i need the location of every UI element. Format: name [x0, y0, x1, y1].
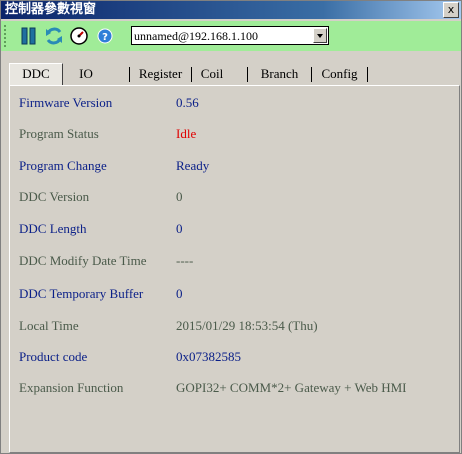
param-value: 0x07382585: [176, 349, 241, 364]
toolbar-grip-icon[interactable]: [4, 25, 9, 47]
param-label: DDC Version: [19, 189, 90, 204]
param-label: Program Change: [19, 158, 107, 173]
tab-branch[interactable]: Branch: [250, 64, 309, 84]
param-label: Firmware Version: [19, 95, 113, 110]
svg-text:?: ?: [102, 32, 108, 43]
param-label: Product code: [19, 349, 88, 364]
tab-register[interactable]: Register: [132, 64, 189, 84]
controller-parameter-window: 控制器參數視窗 x ? unnamed@192.168.1.100 DDC IO…: [0, 0, 462, 454]
gauge-icon[interactable]: [69, 26, 89, 46]
toolbar: ? unnamed@192.168.1.100: [1, 21, 461, 51]
tab-ddc[interactable]: DDC: [9, 63, 63, 86]
tab-divider: [311, 67, 312, 82]
tab-strip: DDC IO Register Coil Branch Config: [9, 63, 461, 86]
title-bar[interactable]: 控制器參數視窗 x: [1, 1, 461, 19]
window-title: 控制器參數視窗: [5, 2, 97, 17]
param-value: 0.56: [176, 95, 199, 110]
param-label: Expansion Function: [19, 380, 124, 395]
help-icon[interactable]: ?: [95, 26, 115, 46]
tab-divider: [191, 67, 192, 82]
close-button[interactable]: x: [443, 2, 459, 18]
param-label: Local Time: [19, 318, 79, 333]
tab-divider: [129, 67, 130, 82]
connection-select-value: unnamed@192.168.1.100: [134, 29, 259, 43]
param-value: 0: [176, 189, 183, 204]
param-label: DDC Modify Date Time: [19, 253, 147, 268]
param-value: Ready: [176, 158, 210, 173]
tab-config[interactable]: Config: [314, 64, 365, 84]
tab-coil[interactable]: Coil: [194, 64, 230, 84]
tab-divider: [247, 67, 248, 82]
param-value: GOPI32+ COMM*2+ Gateway + Web HMI: [176, 380, 407, 395]
tab-io[interactable]: IO: [75, 64, 97, 84]
refresh-icon[interactable]: [44, 26, 64, 46]
param-label: DDC Length: [19, 221, 87, 236]
param-label: DDC Temporary Buffer: [19, 286, 144, 301]
connection-select[interactable]: unnamed@192.168.1.100: [131, 26, 329, 45]
param-value: 0: [176, 221, 183, 236]
param-label: Program Status: [19, 126, 99, 141]
chevron-down-icon[interactable]: [313, 28, 327, 43]
param-value: ----: [176, 253, 194, 268]
tab-divider: [367, 67, 368, 82]
param-value: Idle: [176, 126, 197, 141]
param-value: 2015/01/29 18:53:54 (Thu): [176, 318, 318, 333]
param-value: 0: [176, 286, 183, 301]
pause-icon[interactable]: [19, 26, 39, 46]
